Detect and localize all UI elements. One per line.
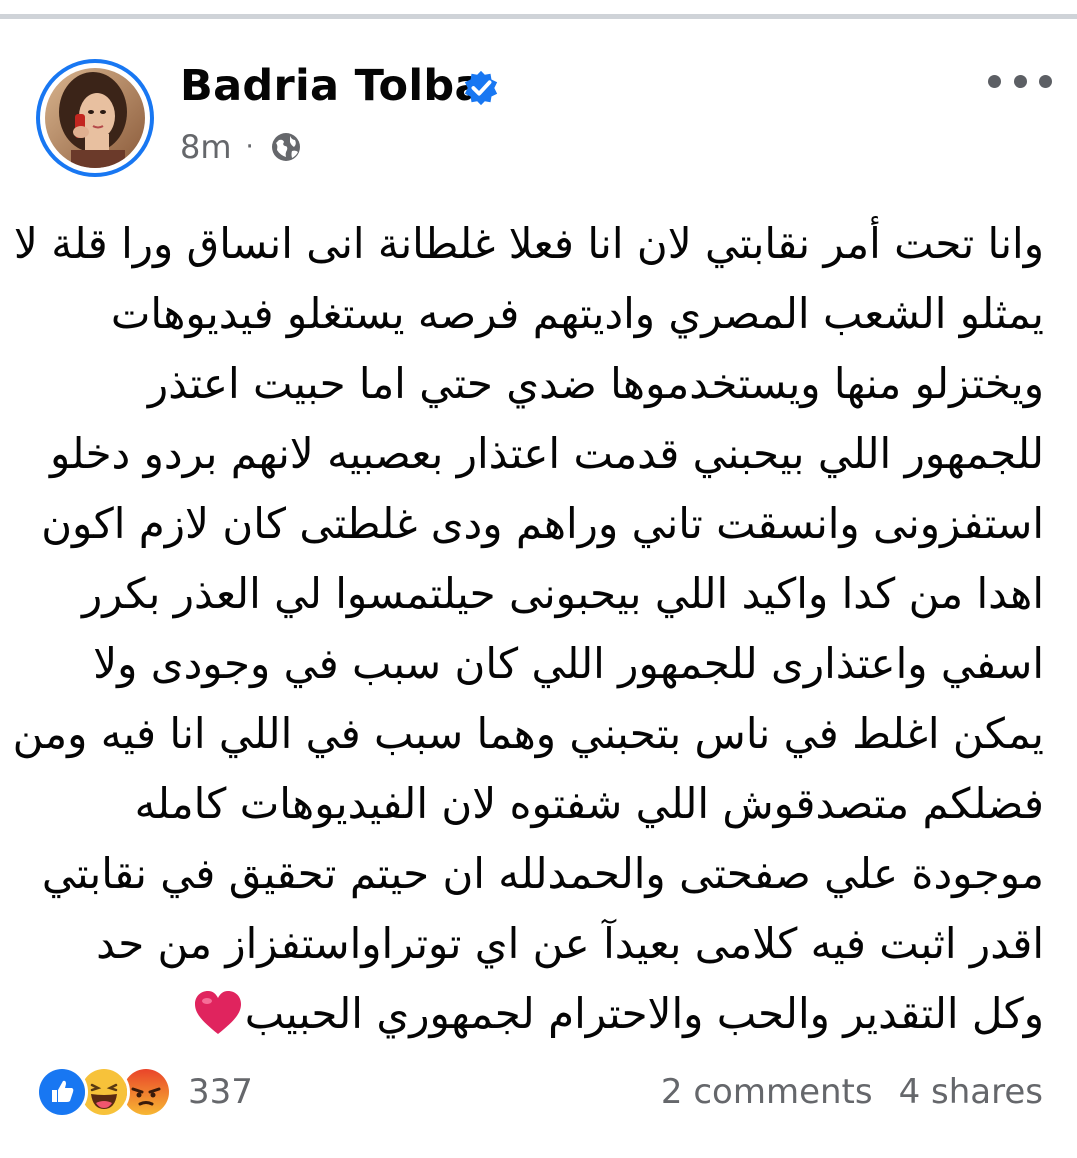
post-text: وانا تحت أمر نقابتي لان انا فعلا غلطانة … <box>12 209 1044 1049</box>
post-text-line: وكل التقدير والحب والاحترام لجمهوري الحب… <box>244 989 1044 1038</box>
post-card: Badria Tolba 8m · وانا تحت أمر نقابتي لا… <box>0 19 1077 1158</box>
more-dot-icon <box>1039 74 1052 88</box>
post-text-line: اهدا من كدا واكيد اللي بيحبونى حيلتمسوا … <box>82 569 1044 618</box>
verified-badge-icon <box>464 70 498 106</box>
more-dot-icon <box>1013 74 1027 88</box>
engagement-summary: 2 comments 4 shares <box>661 1069 1043 1115</box>
globe-icon[interactable] <box>270 131 302 163</box>
more-options-button[interactable] <box>988 67 1052 95</box>
meta-separator: · <box>245 132 254 162</box>
avatar-photo <box>45 68 145 168</box>
reactions-summary[interactable]: 337 <box>36 1066 253 1118</box>
shares-count-link[interactable]: 4 shares <box>899 1072 1043 1112</box>
post-text-line: موجودة علي صفحتى والحمدلله ان حيتم تحقيق… <box>41 849 1044 898</box>
author-avatar[interactable] <box>36 59 154 177</box>
post-meta: 8m · <box>180 127 302 167</box>
reaction-count[interactable]: 337 <box>188 1072 253 1112</box>
post-text-line: استفزونى وانسقت تاني وراهم ودى غلطتى كان… <box>41 499 1044 548</box>
post-text-line: يمثلو الشعب المصري واديتهم فرصه يستغلو ف… <box>110 289 1044 338</box>
post-text-last-line: وكل التقدير والحب والاحترام لجمهوري الحب… <box>36 979 1044 1049</box>
post-text-line: فضلكم متصدقوش اللي شفتوه لان الفيديوهات … <box>134 779 1044 828</box>
post-text-line: اسفي واعتذارى للجمهور اللي كان سبب في وج… <box>93 639 1044 688</box>
comments-count-link[interactable]: 2 comments <box>661 1072 873 1112</box>
post-text-line: اقدر اثبت فيه كلامى بعيدآ عن اي توتراواس… <box>96 919 1044 968</box>
post-time[interactable]: 8m <box>180 128 232 166</box>
post-text-line: للجمهور اللي بيحبني قدمت اعتذار بعصبيه ل… <box>49 429 1044 478</box>
red-heart-icon <box>194 991 241 1034</box>
author-name[interactable]: Badria Tolba <box>180 61 484 111</box>
like-reaction-icon <box>36 1066 88 1118</box>
post-text-line: ويختزلو منها ويستخدموها ضدي حتي اما حبيت… <box>147 359 1044 408</box>
post-text-line: وانا تحت أمر نقابتي لان انا فعلا غلطانة … <box>13 219 1044 268</box>
more-dot-icon <box>988 74 1001 88</box>
post-text-line: يمكن اغلط في ناس بتحبني وهما سبب في اللي… <box>12 709 1044 758</box>
